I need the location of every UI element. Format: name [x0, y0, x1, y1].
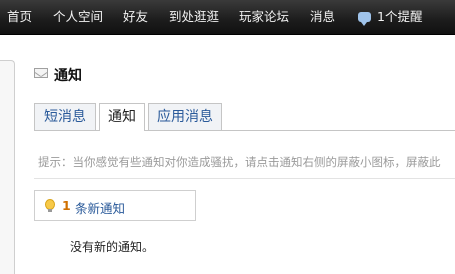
notice-label[interactable]: 条新通知 — [75, 198, 125, 217]
hint-divider — [34, 178, 455, 179]
page-title: 通知 — [54, 68, 82, 84]
nav-home[interactable]: 首页 — [7, 0, 32, 34]
empty-notice-message: 没有新的通知。 — [70, 240, 155, 254]
top-navigation-bar: 首页 个人空间 好友 到处逛逛 玩家论坛 消息 1个提醒 — [0, 0, 455, 35]
nav-forum[interactable]: 玩家论坛 — [239, 0, 289, 34]
nav-personal-space[interactable]: 个人空间 — [53, 0, 103, 34]
tab-app-messages[interactable]: 应用消息 — [148, 103, 222, 130]
tab-divider — [34, 130, 455, 131]
nav-explore[interactable]: 到处逛逛 — [169, 0, 219, 34]
reminder-label: 1个提醒 — [377, 9, 423, 24]
nav-reminder[interactable]: 1个提醒 — [358, 0, 422, 34]
tab-notifications[interactable]: 通知 — [99, 103, 145, 131]
hint-text: 提示：当你感觉有些通知对你造成骚扰，请点击通知右侧的屏蔽小图标，屏蔽此 — [38, 155, 441, 169]
envelope-icon — [34, 68, 48, 78]
tab-short-messages[interactable]: 短消息 — [34, 103, 96, 130]
notice-count: 1 — [62, 198, 71, 213]
nav-friends[interactable]: 好友 — [123, 0, 148, 34]
sidebar-edge — [0, 60, 15, 274]
chat-bubble-icon — [358, 12, 371, 26]
lightbulb-icon — [45, 199, 55, 212]
nav-messages[interactable]: 消息 — [310, 0, 335, 34]
new-notice-box[interactable]: 1 条新通知 — [34, 190, 196, 221]
